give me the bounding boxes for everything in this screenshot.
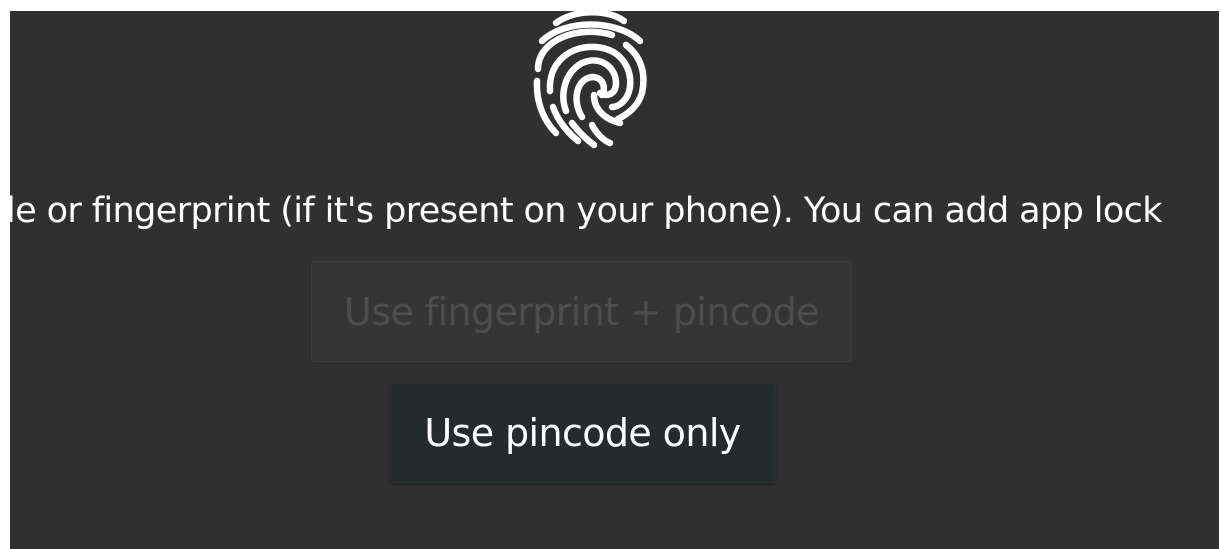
use-fingerprint-pincode-button[interactable]: Use fingerprint + pincode (311, 261, 852, 362)
use-fingerprint-pincode-label: Use fingerprint + pincode (344, 289, 820, 334)
description-label: le or fingerprint (if it's present on yo… (10, 191, 1163, 231)
app-lock-screen: le or fingerprint (if it's present on yo… (10, 11, 1219, 549)
fingerprint-icon (520, 11, 660, 151)
use-pincode-only-label: Use pincode only (424, 411, 741, 455)
lock-description-text: le or fingerprint (if it's present on yo… (10, 185, 1219, 237)
use-pincode-only-button[interactable]: Use pincode only (390, 383, 775, 483)
